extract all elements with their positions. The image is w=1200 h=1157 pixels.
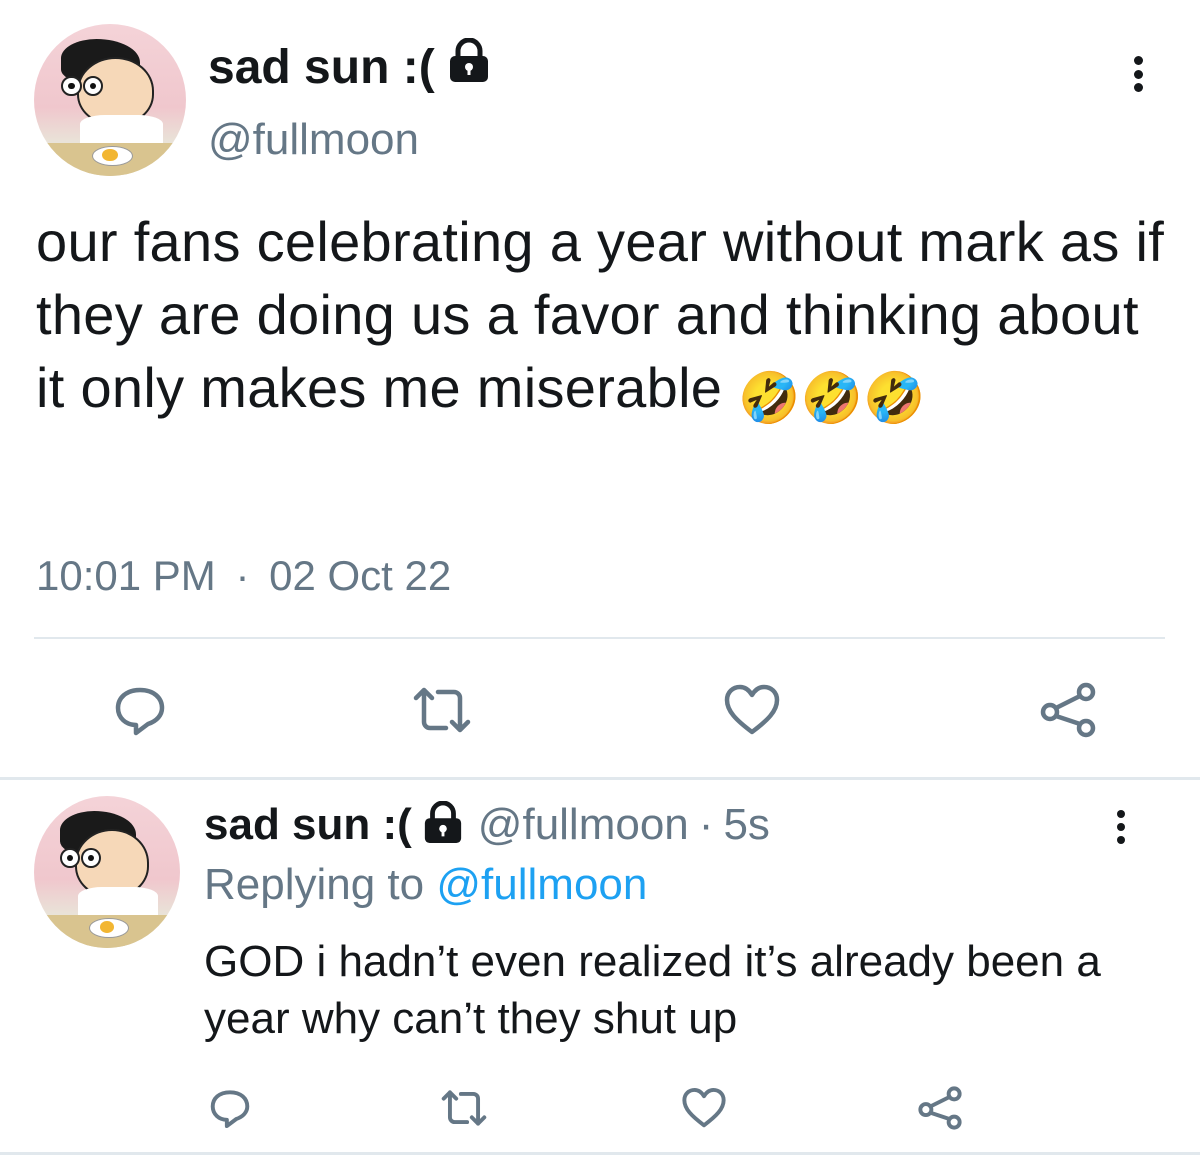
- tweet-time: 10:01 PM: [36, 552, 216, 599]
- retweet-button[interactable]: [402, 675, 482, 745]
- replying-label: Replying to: [204, 860, 425, 909]
- reply-text: GOD i hadn’t even realized it’s already …: [204, 937, 1101, 1043]
- display-name-text: sad sun :(: [208, 40, 435, 94]
- tweet-date: 02 Oct 22: [269, 552, 452, 599]
- tweet-timestamp[interactable]: 10:01 PM · 02 Oct 22: [36, 552, 451, 600]
- like-icon: [724, 684, 780, 735]
- emoji-rolling-laughing: 🤣: [800, 370, 864, 426]
- emoji-rolling-laughing: 🤣: [738, 370, 801, 426]
- share-button[interactable]: [908, 1080, 972, 1136]
- like-button[interactable]: [672, 1080, 736, 1136]
- share-icon: [1040, 682, 1096, 738]
- lock-icon: [447, 37, 491, 96]
- reply-handle[interactable]: @fullmoon: [478, 800, 689, 850]
- timestamp-separator: ·: [235, 552, 250, 599]
- like-button[interactable]: [712, 675, 792, 745]
- reply-button[interactable]: [100, 675, 180, 745]
- reply-icon: [115, 687, 165, 736]
- reply-header: sad sun :( @fullmoon · 5s: [204, 800, 770, 850]
- reply-display-name[interactable]: sad sun :(: [204, 800, 412, 850]
- handle[interactable]: @fullmoon: [208, 115, 419, 165]
- replying-mention[interactable]: @fullmoon: [436, 860, 647, 909]
- tweet-thread-screen: sad sun :( @fullmoon our fans celebratin…: [0, 0, 1200, 1157]
- tweet-text: our fans celebrating a year without mark…: [36, 205, 1176, 435]
- tweet-text-body: our fans celebrating a year without mark…: [36, 210, 1165, 419]
- divider: [0, 777, 1200, 780]
- reply-icon: [210, 1090, 250, 1129]
- lock-icon: [422, 800, 464, 850]
- avatar[interactable]: [34, 24, 186, 176]
- reply-separator: ·: [698, 800, 714, 849]
- retweet-icon: [441, 1090, 487, 1126]
- retweet-button[interactable]: [432, 1080, 496, 1136]
- divider: [0, 1152, 1200, 1155]
- replying-to: Replying to @fullmoon: [204, 860, 647, 910]
- share-button[interactable]: [1028, 675, 1108, 745]
- display-name[interactable]: sad sun :(: [208, 37, 491, 96]
- reply-button[interactable]: [200, 1080, 260, 1136]
- retweet-icon: [413, 687, 471, 733]
- share-icon: [918, 1086, 962, 1130]
- avatar[interactable]: [34, 796, 180, 948]
- emoji-rolling-laughing: 🤣: [863, 370, 926, 426]
- more-icon[interactable]: [1126, 56, 1150, 92]
- reply-age[interactable]: 5s: [723, 800, 769, 850]
- more-icon[interactable]: [1110, 810, 1132, 844]
- divider: [34, 637, 1165, 639]
- like-icon: [682, 1087, 726, 1128]
